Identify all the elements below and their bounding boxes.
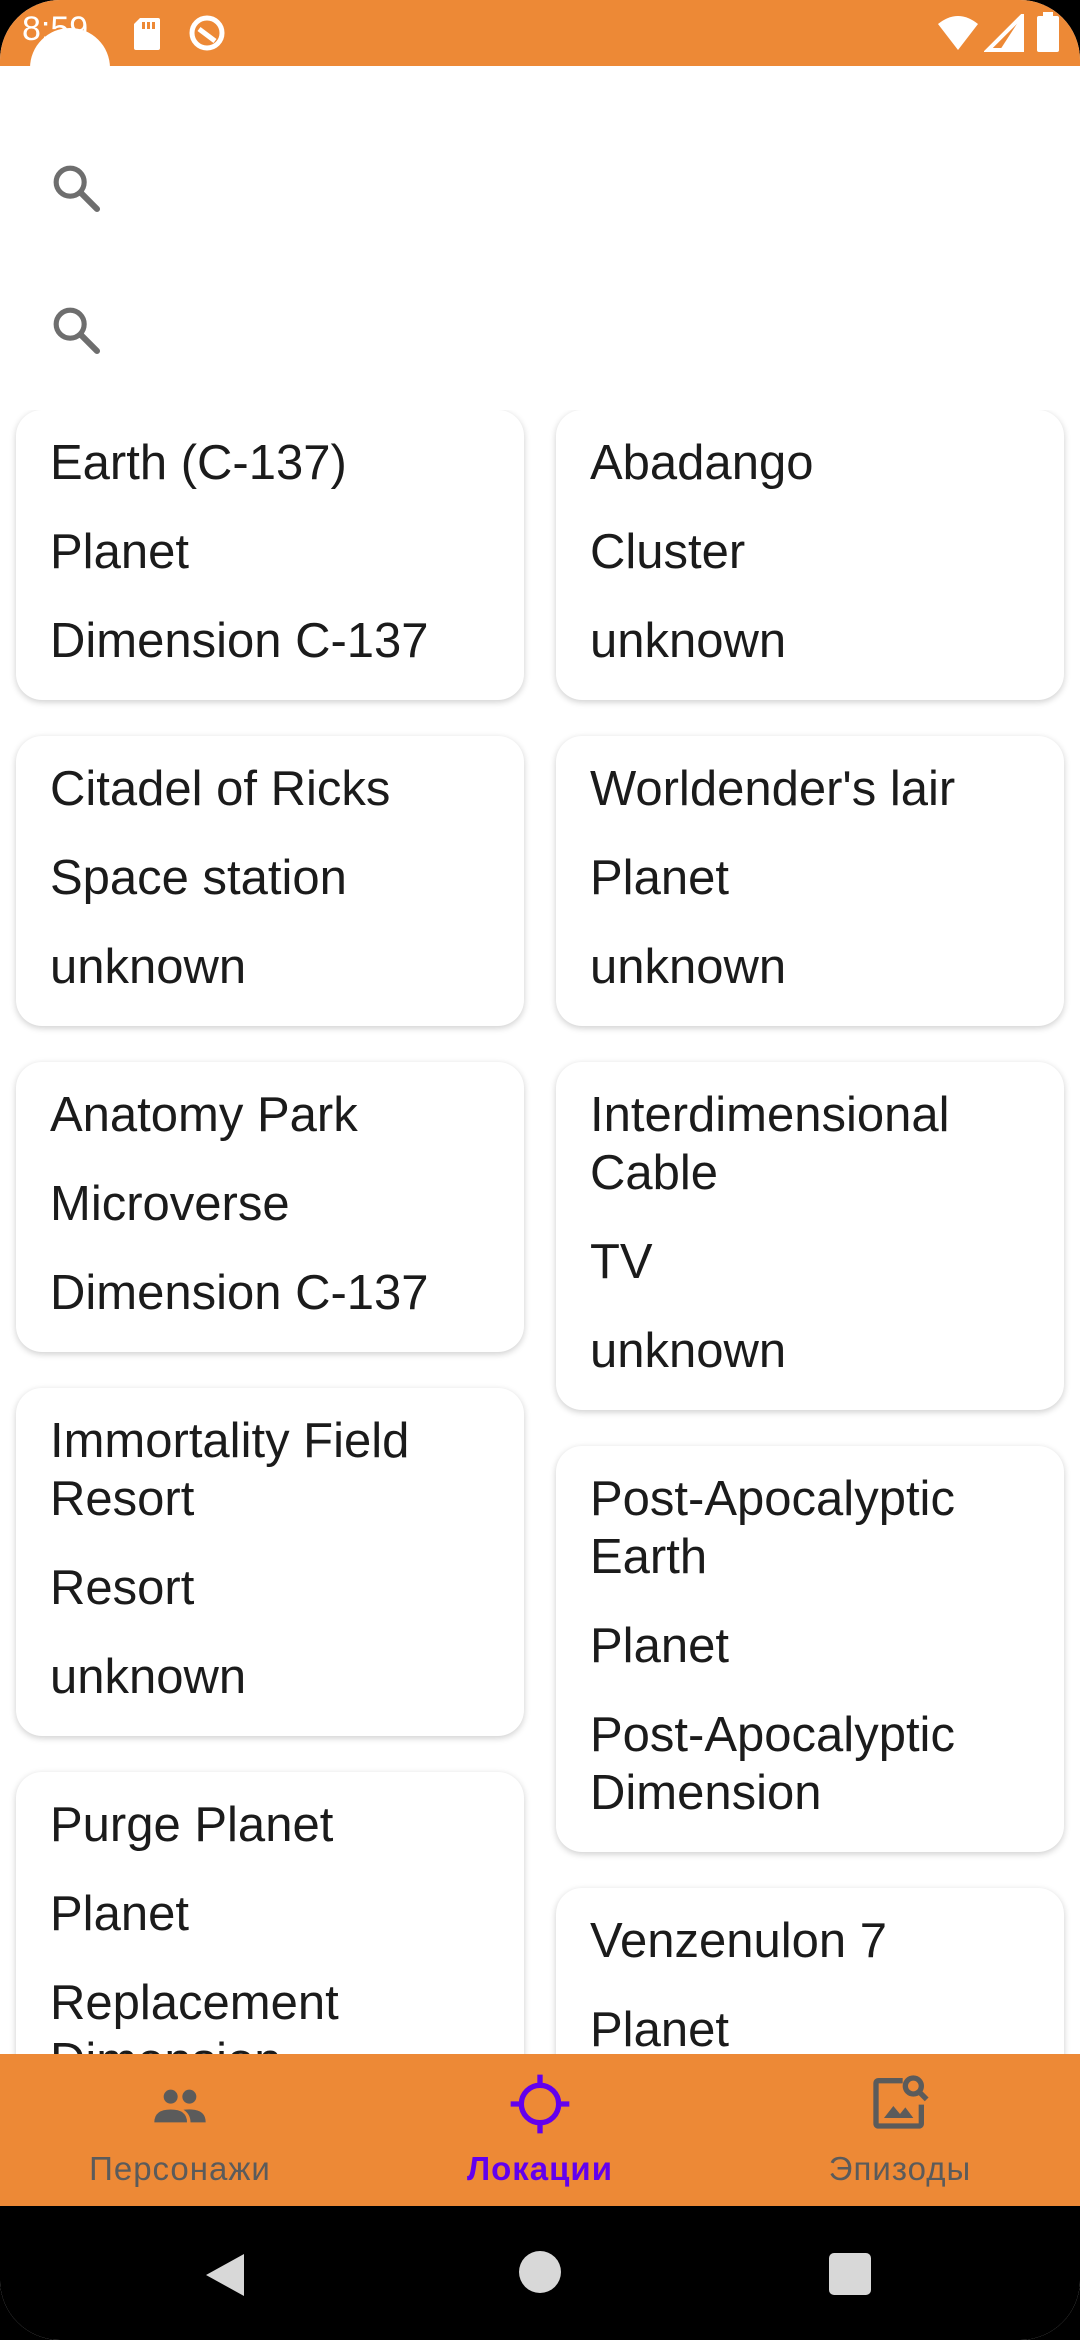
recents-icon[interactable] bbox=[828, 2252, 872, 2296]
location-name: Interdimensional Cable bbox=[590, 1088, 950, 1200]
nav-label-locations: Локации bbox=[466, 2150, 614, 2187]
location-name: Earth (C-137) bbox=[50, 436, 347, 490]
sd-card-icon bbox=[134, 18, 160, 50]
nav-item-characters[interactable]: Персонажи bbox=[0, 2054, 360, 2206]
system-navigation-bar bbox=[0, 2206, 1080, 2340]
location-type: TV bbox=[590, 1235, 653, 1289]
location-type: Resort bbox=[50, 1561, 195, 1615]
location-name: Citadel of Ricks bbox=[50, 762, 391, 816]
bottom-navigation: Персонажи Локации Эпизоды bbox=[0, 2054, 1080, 2206]
location-dimension: unknown bbox=[590, 1324, 787, 1378]
location-card[interactable]: Anatomy Park Microverse Dimension C-137 bbox=[16, 1062, 524, 1352]
location-type: Planet bbox=[50, 1887, 189, 1941]
location-type: Space station bbox=[50, 851, 347, 905]
location-card[interactable]: Immortality Field Resort Resort unknown bbox=[16, 1388, 524, 1736]
locations-column-right: Abadango Cluster unknown Worldender's la… bbox=[556, 410, 1064, 2055]
location-dimension: Dimension C-137 bbox=[50, 614, 429, 668]
status-time: 8:59 bbox=[22, 10, 89, 48]
search-icon bbox=[53, 307, 101, 355]
location-card[interactable]: Earth (C-137) Planet Dimension C-137 bbox=[16, 410, 524, 700]
locations-column-left: Earth (C-137) Planet Dimension C-137 Cit… bbox=[16, 410, 524, 2055]
wifi-icon bbox=[938, 16, 978, 50]
location-dimension: Post-Apocalyptic Dimension bbox=[590, 1708, 955, 1820]
location-type: Planet bbox=[590, 851, 729, 905]
nav-item-episodes[interactable]: Эпизоды bbox=[720, 2054, 1080, 2206]
locations-grid: Earth (C-137) Planet Dimension C-137 Cit… bbox=[0, 410, 1080, 2055]
location-dimension: unknown bbox=[50, 940, 247, 994]
location-icon bbox=[510, 2074, 570, 2134]
location-name: Anatomy Park bbox=[50, 1088, 358, 1142]
location-type: Planet bbox=[590, 2003, 729, 2055]
location-dimension: Dimension C-137 bbox=[50, 1266, 429, 1320]
location-card[interactable]: Post-Apocalyptic Earth Planet Post-Apoca… bbox=[556, 1446, 1064, 1852]
location-name: Venzenulon 7 bbox=[590, 1914, 887, 1968]
episodes-icon bbox=[873, 2075, 929, 2129]
location-card[interactable]: Venzenulon 7 Planet unknown bbox=[556, 1888, 1064, 2055]
app-screen: 8:59 Earth (C-137) Planet Dimension C-13… bbox=[0, 0, 1080, 2340]
location-card[interactable]: Worldender's lair Planet unknown bbox=[556, 736, 1064, 1026]
location-name: Worldender's lair bbox=[590, 762, 956, 816]
do-not-disturb-icon bbox=[189, 15, 225, 51]
location-name: Abadango bbox=[590, 436, 814, 490]
status-bar: 8:59 bbox=[0, 0, 1080, 108]
people-icon bbox=[154, 2089, 206, 2123]
location-type: Planet bbox=[590, 1619, 729, 1673]
location-card[interactable]: Abadango Cluster unknown bbox=[556, 410, 1064, 700]
location-card[interactable]: Citadel of Ricks Space station unknown bbox=[16, 736, 524, 1026]
location-dimension: unknown bbox=[50, 1650, 247, 1704]
search-field-type[interactable] bbox=[48, 290, 1028, 370]
nav-label-characters: Персонажи bbox=[89, 2150, 271, 2187]
location-name: Purge Planet bbox=[50, 1798, 334, 1852]
nav-item-locations[interactable]: Локации bbox=[360, 2054, 720, 2206]
signal-icon bbox=[984, 14, 1024, 52]
location-dimension: unknown bbox=[590, 614, 787, 668]
location-name: Post-Apocalyptic Earth bbox=[590, 1472, 955, 1584]
location-card[interactable]: Interdimensional Cable TV unknown bbox=[556, 1062, 1064, 1410]
search-field-name[interactable] bbox=[48, 148, 1028, 228]
home-icon[interactable] bbox=[518, 2250, 562, 2294]
battery-icon bbox=[1037, 12, 1059, 52]
location-card[interactable]: Purge Planet Planet Replacement Dimensio… bbox=[16, 1772, 524, 2055]
location-name: Immortality Field Resort bbox=[50, 1414, 410, 1526]
search-icon bbox=[53, 165, 101, 213]
location-type: Planet bbox=[50, 525, 189, 579]
location-dimension: Replacement Dimension bbox=[50, 1976, 339, 2055]
back-icon[interactable] bbox=[202, 2250, 248, 2300]
nav-label-episodes: Эпизоды bbox=[828, 2150, 972, 2187]
location-type: Cluster bbox=[590, 525, 746, 579]
location-type: Microverse bbox=[50, 1177, 290, 1231]
location-dimension: unknown bbox=[590, 940, 787, 994]
